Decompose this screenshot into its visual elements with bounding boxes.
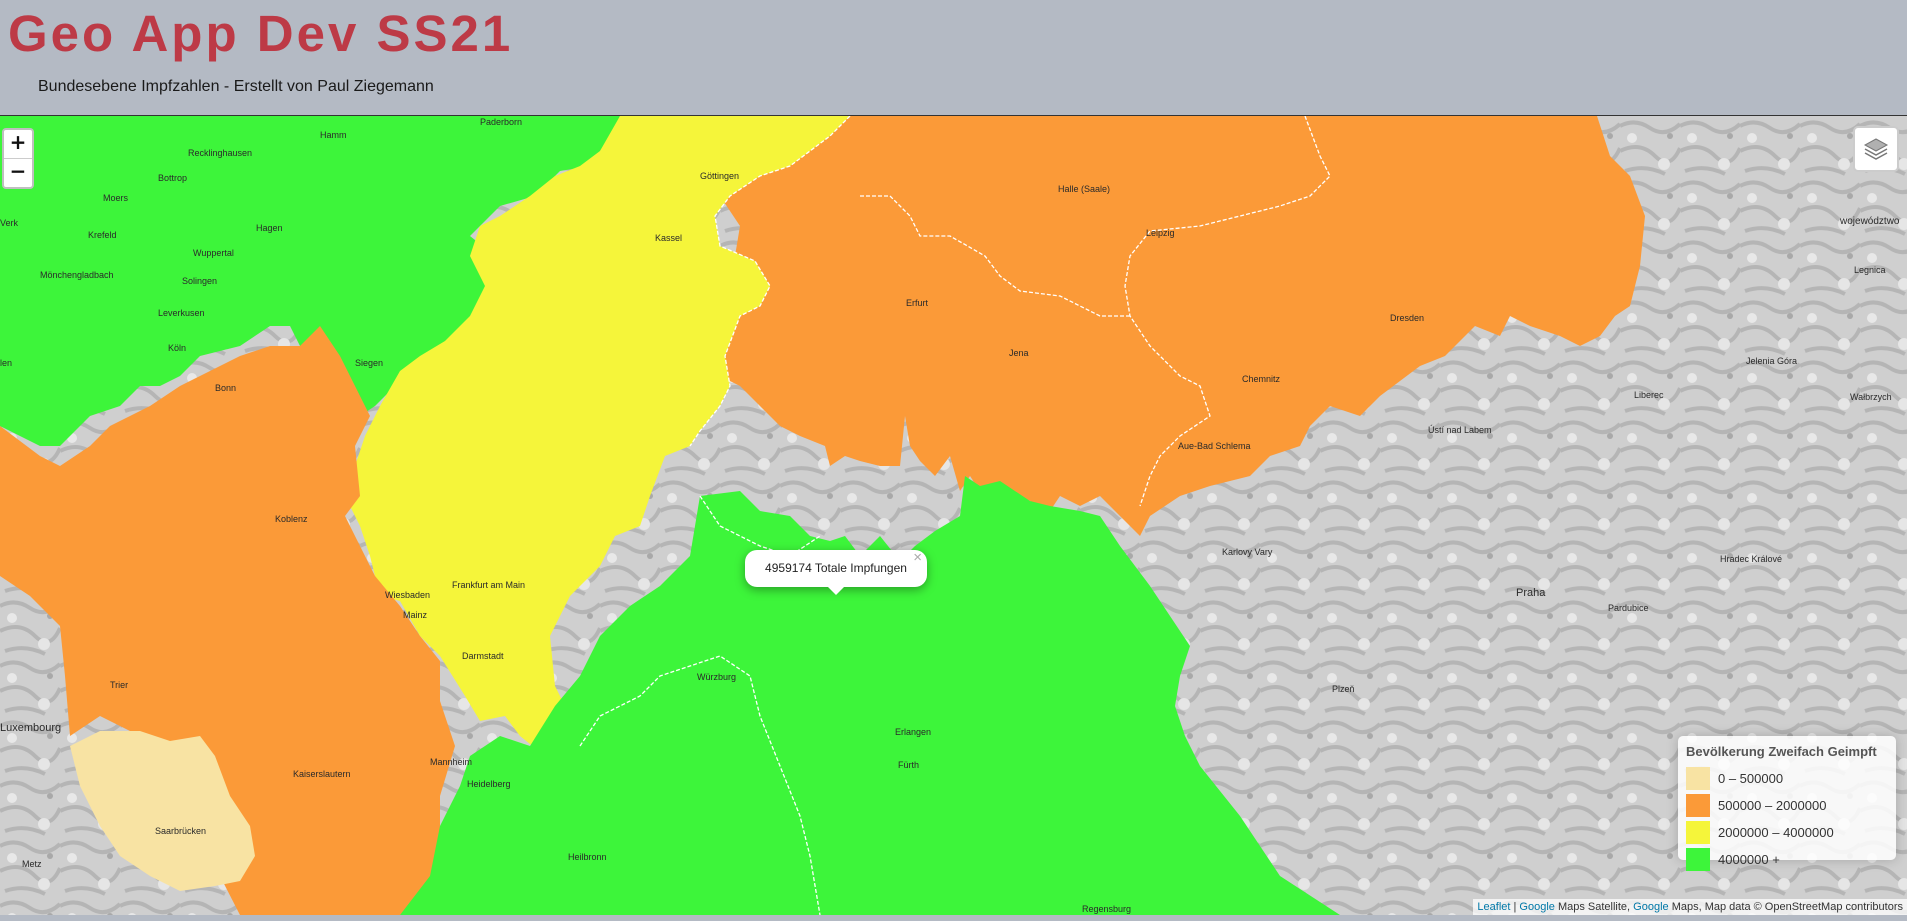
place-mannheim: Mannheim [430,757,472,767]
zoom-control: + − [2,128,34,189]
place-kaiserslautern: Kaiserslautern [293,769,351,779]
place-koeln: Köln [168,343,186,353]
layers-icon [1863,138,1889,160]
place-saarbruecken: Saarbrücken [155,826,206,836]
attribution-text: Maps Satellite, [1554,901,1634,913]
place-halle: Halle (Saale) [1058,184,1110,194]
place-fuerth: Fürth [898,760,919,770]
place-hagen: Hagen [256,223,283,233]
zoom-out-button[interactable]: − [4,158,32,187]
place-walbrzych: Wałbrzych [1850,392,1892,402]
place-plzen: Plzeň [1332,684,1355,694]
place-metz: Metz [22,859,42,869]
place-luxembourg: Luxembourg [0,722,61,734]
place-wiesbaden: Wiesbaden [385,590,430,600]
place-goettingen: Göttingen [700,171,739,181]
legend-swatch [1686,767,1710,790]
place-erfurt: Erfurt [906,298,929,308]
place-hradec: Hradec Králové [1720,554,1782,564]
place-trier: Trier [110,680,128,690]
place-moenchengladbach: Mönchengladbach [40,270,114,280]
app-title: Geo App Dev SS21 [8,5,514,62]
map-canvas[interactable]: Hamm Paderborn Recklinghausen Bottrop Mo… [0,116,1907,915]
place-chemnitz: Chemnitz [1242,374,1281,384]
place-mainz: Mainz [403,610,428,620]
place-moers: Moers [103,193,129,203]
legend-item: 4000000 + [1686,846,1888,873]
place-regensburg: Regensburg [1082,904,1131,914]
zoom-in-button[interactable]: + [4,130,32,158]
legend-item: 0 – 500000 [1686,765,1888,792]
place-hamm: Hamm [320,130,347,140]
place-verk: Verk [0,218,19,228]
legend-title: Bevölkerung Zweifach Geimpft [1686,744,1877,759]
place-heidelberg: Heidelberg [467,779,511,789]
place-krefeld: Krefeld [88,230,117,240]
map-attribution: Leaflet | Google Maps Satellite, Google … [1473,899,1907,915]
legend-label: 500000 – 2000000 [1718,798,1827,813]
place-kassel: Kassel [655,233,682,243]
popup-text: 4959174 Totale Impfungen [765,561,907,575]
app-header: Geo App Dev SS21 Bundesebene Impfzahlen … [0,0,1907,115]
place-dresden: Dresden [1390,313,1424,323]
app-subtitle: Bundesebene Impfzahlen - Erstellt von Pa… [38,78,434,95]
place-len: len [0,358,12,368]
place-leipzig: Leipzig [1146,228,1175,238]
place-frankfurt: Frankfurt am Main [452,580,525,590]
legend-swatch [1686,821,1710,844]
place-darmstadt: Darmstadt [462,651,504,661]
legend-label: 4000000 + [1718,852,1780,867]
place-leverkusen: Leverkusen [158,308,205,318]
place-usti: Ústí nad Labem [1428,425,1492,435]
layers-control[interactable] [1853,126,1899,172]
place-heilbronn: Heilbronn [568,852,607,862]
legend-swatch [1686,848,1710,871]
place-praha: Praha [1516,587,1546,599]
legend: Bevölkerung Zweifach Geimpft 0 – 500000 … [1678,736,1896,871]
google-link[interactable]: Google [1519,901,1554,913]
place-koblenz: Koblenz [275,514,308,524]
google-link[interactable]: Google [1633,901,1668,913]
map-popup: 4959174 Totale Impfungen × [745,549,927,595]
legend-item: 500000 – 2000000 [1686,792,1888,819]
place-pardubice: Pardubice [1608,603,1649,613]
leaflet-link[interactable]: Leaflet [1477,901,1510,913]
map-container[interactable]: Hamm Paderborn Recklinghausen Bottrop Mo… [0,115,1907,915]
attribution-text: Maps, Map data © OpenStreetMap contribut… [1668,901,1903,913]
legend-label: 0 – 500000 [1718,771,1784,786]
legend-swatch [1686,794,1710,817]
place-wojewodztwo: województwo [1839,216,1900,227]
place-jena: Jena [1009,348,1029,358]
popup-tip [827,586,845,595]
place-solingen: Solingen [182,276,217,286]
place-karlovy: Karlovy Vary [1222,547,1273,557]
popup-close-button[interactable]: × [913,539,922,576]
place-bonn: Bonn [215,383,236,393]
legend-label: 2000000 – 4000000 [1718,825,1834,840]
legend-item: 2000000 – 4000000 [1686,819,1888,846]
place-siegen: Siegen [355,358,383,368]
place-recklinghausen: Recklinghausen [188,148,252,158]
place-wuppertal: Wuppertal [193,248,234,258]
place-erlangen: Erlangen [895,727,931,737]
place-liberec: Liberec [1634,390,1664,400]
place-bottrop: Bottrop [158,173,187,183]
place-jelenia: Jelenia Góra [1746,356,1797,366]
place-aue: Aue-Bad Schlema [1178,441,1251,451]
place-legnica: Legnica [1854,265,1886,275]
place-paderborn: Paderborn [480,117,522,127]
place-wuerzburg: Würzburg [697,672,736,682]
